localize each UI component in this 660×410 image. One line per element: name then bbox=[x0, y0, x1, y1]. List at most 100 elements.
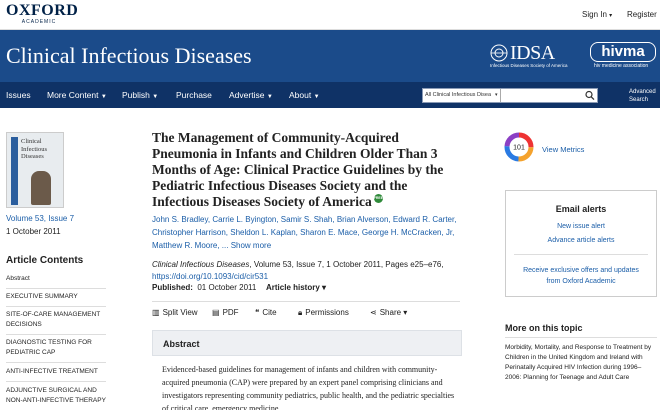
abstract-text: Evidenced-based guidelines for managemen… bbox=[162, 365, 455, 410]
nav-publish[interactable]: Publish ▼ bbox=[122, 90, 158, 100]
split-view-label: Split View bbox=[162, 308, 198, 317]
article-contents-heading: Article Contents bbox=[6, 255, 84, 266]
article-history-label: Article history bbox=[266, 283, 320, 292]
nav-more-content[interactable]: More Content ▼ bbox=[47, 90, 107, 100]
advanced-search-line1: Advanced bbox=[629, 89, 656, 95]
divider bbox=[514, 254, 648, 255]
published-label: Published: bbox=[152, 283, 193, 292]
divider bbox=[6, 381, 106, 382]
hivma-logo[interactable]: hivma hiv medicine association bbox=[590, 42, 656, 72]
divider bbox=[6, 334, 106, 335]
chevron-down-icon: ▾ bbox=[403, 308, 408, 317]
nav-about-label: About bbox=[289, 90, 312, 100]
article-title: The Management of Community-Acquired Pne… bbox=[152, 130, 462, 210]
toc-item-site-of-care[interactable]: SITE-OF-CARE MANAGEMENT DECISIONS bbox=[6, 310, 106, 330]
search-box: All Clinical Infectious Disea ▾ bbox=[422, 88, 598, 103]
altmetric-donut[interactable]: 101 bbox=[504, 132, 534, 162]
issue-date: 1 October 2011 bbox=[6, 227, 61, 236]
pdf-label: PDF bbox=[222, 308, 239, 317]
journal-cover-image[interactable]: Clinical Infectious Diseases bbox=[6, 132, 64, 208]
toc-item-adjunctive[interactable]: ADJUNCTIVE SURGICAL AND NON-ANTI-INFECTI… bbox=[6, 386, 106, 406]
chevron-down-icon: ▼ bbox=[266, 94, 273, 100]
divider bbox=[152, 301, 460, 302]
toc-item-diagnostic-testing[interactable]: DIAGNOSTIC TESTING FOR PEDIATRIC CAP bbox=[6, 338, 106, 358]
cover-statue-image bbox=[31, 171, 51, 205]
related-article-link[interactable]: Morbidity, Mortality, and Response to Tr… bbox=[505, 343, 655, 383]
hivma-logo-text: hivma bbox=[590, 42, 656, 62]
issue-link[interactable]: Volume 53, Issue 7 bbox=[6, 214, 74, 223]
lock-icon: 🔒︎ bbox=[298, 308, 303, 317]
cover-title-line: Clinical bbox=[21, 138, 42, 145]
email-alerts-heading: Email alerts bbox=[555, 204, 607, 214]
chevron-down-icon: ▼ bbox=[313, 94, 320, 100]
share-label: Share bbox=[379, 308, 402, 317]
advanced-search-link[interactable]: Advanced Search bbox=[629, 88, 656, 104]
split-view-icon: ▥ bbox=[152, 308, 160, 317]
nav-about[interactable]: About ▼ bbox=[289, 90, 320, 100]
nav-advertise-label: Advertise bbox=[229, 90, 265, 100]
divider bbox=[6, 362, 106, 363]
nav-publish-label: Publish bbox=[122, 90, 150, 100]
more-on-topic-heading: More on this topic bbox=[505, 323, 583, 333]
journal-header: Clinical Infectious Diseases IDSA Infect… bbox=[0, 30, 660, 82]
search-input[interactable] bbox=[503, 90, 581, 101]
permissions-button[interactable]: 🔒︎ Permissions bbox=[298, 308, 349, 318]
search-icon[interactable] bbox=[584, 90, 596, 101]
chevron-down-icon: ▾ bbox=[322, 283, 327, 292]
author-list[interactable]: John S. Bradley, Carrie L. Byington, Sam… bbox=[152, 213, 462, 252]
toc-item-executive-summary[interactable]: EXECUTIVE SUMMARY bbox=[6, 292, 106, 302]
idsa-logo-text: IDSA bbox=[510, 42, 555, 64]
nav-advertise[interactable]: Advertise ▼ bbox=[229, 90, 273, 100]
pdf-icon: ▤ bbox=[212, 308, 220, 317]
sign-in-link[interactable]: Sign In ▾ bbox=[582, 10, 612, 19]
sign-in-label: Sign In bbox=[582, 10, 607, 19]
cite-label: Cite bbox=[262, 308, 277, 317]
register-link[interactable]: Register bbox=[627, 10, 657, 19]
journal-title[interactable]: Clinical Infectious Diseases bbox=[6, 43, 252, 69]
quote-icon: ❝ bbox=[255, 308, 260, 317]
toc-item-anti-infective[interactable]: ANTI-INFECTIVE TREATMENT bbox=[6, 367, 106, 377]
divider bbox=[6, 288, 106, 289]
free-access-badge: FREE bbox=[373, 194, 383, 203]
cover-title-line: Infectious bbox=[21, 145, 47, 153]
published-date: Published: 01 October 2011 bbox=[152, 283, 256, 292]
pdf-button[interactable]: ▤ PDF bbox=[212, 308, 239, 317]
cover-title-line: Diseases bbox=[21, 153, 44, 160]
oxford-academic-logo[interactable]: OXFORD ACADEMIC bbox=[6, 3, 78, 26]
cite-button[interactable]: ❝ Cite bbox=[255, 308, 277, 317]
view-metrics-link[interactable]: View Metrics bbox=[542, 145, 584, 154]
chevron-down-icon: ▾ bbox=[495, 92, 498, 98]
nav-issues[interactable]: Issues bbox=[6, 90, 31, 100]
cover-stripe bbox=[11, 137, 18, 205]
chevron-down-icon: ▾ bbox=[609, 13, 613, 19]
advance-article-alerts-link[interactable]: Advance article alerts bbox=[506, 237, 656, 244]
idsa-logo[interactable]: IDSA Infectious Diseases Society of Amer… bbox=[490, 42, 582, 70]
advanced-search-line2: Search bbox=[629, 97, 649, 103]
exclusive-offers-link[interactable]: Receive exclusive offers and updates fro… bbox=[516, 265, 646, 287]
share-icon: ⋖ bbox=[370, 308, 377, 317]
citation-journal: Clinical Infectious Diseases bbox=[152, 260, 250, 269]
divider bbox=[505, 337, 657, 338]
article-history-toggle[interactable]: Article history ▾ bbox=[266, 283, 326, 292]
citation: Clinical Infectious Diseases, Volume 53,… bbox=[152, 259, 462, 283]
hivma-logo-sub: hiv medicine association bbox=[594, 63, 649, 69]
doi-link[interactable]: https://doi.org/10.1093/cid/cir531 bbox=[152, 272, 268, 281]
nav-purchase[interactable]: Purchase bbox=[176, 90, 212, 100]
chevron-down-icon: ▼ bbox=[152, 94, 159, 100]
abstract-heading: Abstract bbox=[163, 339, 200, 349]
idsa-logo-sub: Infectious Diseases Society of America bbox=[490, 63, 568, 68]
toc-item-abstract[interactable]: Abstract bbox=[6, 274, 106, 284]
top-bar: OXFORD ACADEMIC Sign In ▾ Register bbox=[0, 0, 660, 30]
brand-sub: ACADEMIC bbox=[21, 19, 57, 25]
published-date-value: 01 October 2011 bbox=[197, 283, 257, 292]
permissions-label: Permissions bbox=[305, 308, 349, 317]
divider bbox=[6, 306, 106, 307]
altmetric-score: 101 bbox=[513, 145, 525, 152]
new-issue-alert-link[interactable]: New issue alert bbox=[506, 223, 656, 230]
share-button[interactable]: ⋖ Share ▾ bbox=[370, 308, 407, 317]
search-scope-select[interactable]: All Clinical Infectious Disea bbox=[423, 89, 501, 102]
chevron-down-icon: ▼ bbox=[100, 94, 107, 100]
nav-more-content-label: More Content bbox=[47, 90, 99, 100]
split-view-button[interactable]: ▥ Split View bbox=[152, 308, 198, 317]
email-alerts-panel: Email alerts New issue alert Advance art… bbox=[505, 190, 657, 297]
